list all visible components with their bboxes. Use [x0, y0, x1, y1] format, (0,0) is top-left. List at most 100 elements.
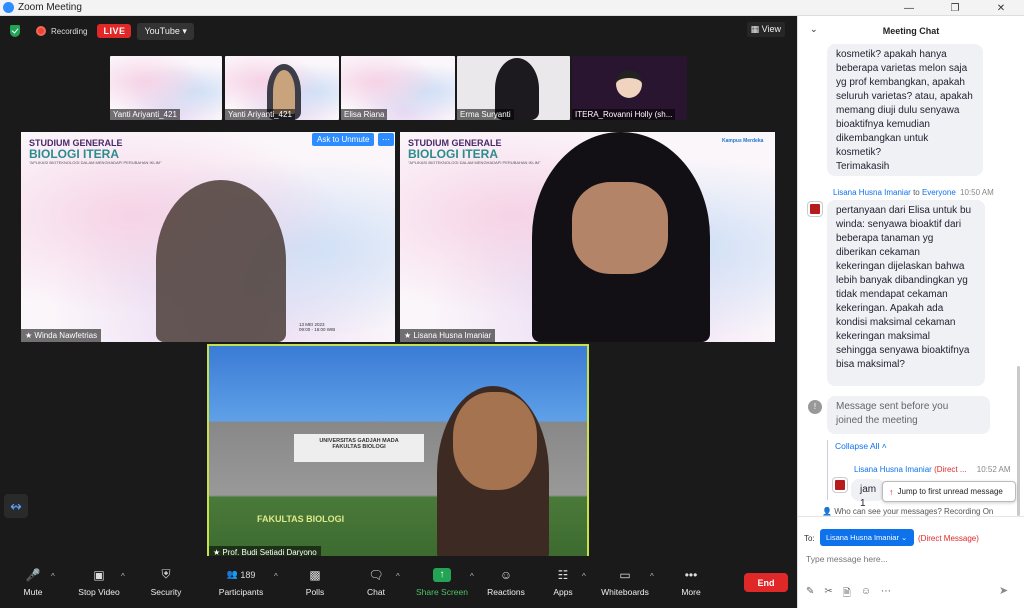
participant-thumbnail[interactable]: Erma Suryanti	[457, 56, 570, 120]
youtube-stream-dropdown[interactable]: YouTube ▾	[137, 22, 194, 40]
window-title: Zoom Meeting	[18, 2, 82, 13]
participants-count: 189	[240, 569, 256, 580]
video-tile-lisana[interactable]: STUDIUM GENERALE BIOLOGI ITERA "APLIKASI…	[400, 132, 775, 342]
chevron-up-icon[interactable]: ^	[650, 572, 654, 581]
live-badge[interactable]: LIVE	[97, 24, 132, 38]
chat-title: Meeting Chat	[882, 26, 940, 36]
chevron-up-icon[interactable]: ^	[582, 572, 586, 581]
chat-button[interactable]: 🗨 Chat	[361, 556, 391, 608]
end-meeting-button[interactable]: End	[744, 573, 788, 592]
whiteboard-icon: ▭	[619, 567, 631, 582]
chevron-up-icon[interactable]: ^	[121, 572, 125, 581]
recipient-dropdown[interactable]: Lisana Husna Imaniar ⌄	[820, 529, 914, 546]
garden-sign: FAKULTAS BIOLOGI	[257, 514, 345, 524]
apps-icon: ☷	[557, 567, 569, 582]
building-sign: UNIVERSITAS GADJAH MADA FAKULTAS BIOLOGI	[294, 434, 424, 462]
security-button[interactable]: ⛨ Security	[146, 556, 186, 608]
participant-face	[453, 392, 537, 490]
event-banner: STUDIUM GENERALE BIOLOGI ITERA "APLIKASI…	[29, 138, 162, 165]
close-icon[interactable]: ✕	[978, 0, 1024, 16]
chat-header: ⌄ Meeting Chat	[798, 16, 1024, 46]
avatar[interactable]	[808, 202, 822, 216]
chat-sender-line: Lisana Husna Imaniar (Direct ... 10:52 A…	[854, 465, 1011, 474]
meeting-chat-panel: ⌄ Meeting Chat kosmetik? apakah hanya beb…	[797, 16, 1024, 608]
microphone-icon: 🎤	[25, 567, 41, 582]
chevron-up-icon[interactable]: ^	[396, 572, 400, 581]
format-icon[interactable]: ✎	[806, 586, 814, 603]
bar-chart-icon: ▩	[309, 567, 321, 582]
participant-face	[572, 182, 668, 274]
smiley-icon: ☺	[499, 567, 513, 582]
participant-video	[156, 180, 286, 342]
chat-message[interactable]: jam 1	[851, 479, 885, 509]
video-tile-winda[interactable]: STUDIUM GENERALE BIOLOGI ITERA "APLIKASI…	[21, 132, 395, 342]
system-message: Message sent before you joined the meetin…	[827, 396, 990, 434]
chat-scrollbar[interactable]	[1017, 366, 1020, 516]
video-tile-active-speaker[interactable]: UNIVERSITAS GADJAH MADA FAKULTAS BIOLOGI …	[207, 344, 589, 561]
chat-input-tools: ✎ ✂ 🗎 ☺ ⋯	[806, 586, 891, 603]
security-shield-icon[interactable]	[10, 25, 20, 37]
stop-video-button[interactable]: ▣ Stop Video	[74, 556, 124, 608]
chevron-up-icon[interactable]: ^	[470, 572, 474, 581]
reactions-button[interactable]: ☺ Reactions	[486, 556, 526, 608]
info-icon: !	[808, 400, 822, 414]
shield-icon: ⛨	[161, 567, 171, 581]
apps-button[interactable]: ☷ Apps	[550, 556, 576, 608]
participant-thumbnail[interactable]: Yanti Ariyanti_421	[225, 56, 339, 120]
participant-name: ★ Winda Nawfetrias	[21, 329, 102, 342]
file-icon[interactable]: 🗎	[843, 586, 851, 603]
emoji-icon[interactable]: ☺	[861, 586, 871, 603]
participant-thumbnail[interactable]: ITERA_Rovanni Holly (sh...	[572, 56, 687, 120]
collapse-all-link[interactable]: Collapse All ˄	[835, 441, 887, 451]
jump-to-unread-button[interactable]: ↑ Jump to first unread message	[882, 481, 1016, 502]
participant-thumbnail[interactable]: Elisa Riana	[341, 56, 455, 120]
participant-name: Elisa Riana	[341, 109, 388, 120]
participant-name: Yanti Ariyanti_421	[225, 109, 295, 120]
chat-message-input[interactable]	[806, 551, 1016, 567]
meeting-toolbar: 🎤 Mute ^ ▣ Stop Video ^ ⛨ Security 👥 189 Par…	[0, 556, 797, 608]
send-icon[interactable]: ➤	[999, 584, 1017, 600]
privacy-notice[interactable]: 👤 Who can see your messages? Recording O…	[822, 507, 993, 516]
zoom-logo-icon	[3, 2, 14, 13]
chevron-up-icon[interactable]: ^	[274, 572, 278, 581]
event-banner: STUDIUM GENERALE BIOLOGI ITERA "APLIKASI…	[408, 138, 541, 165]
chat-sender-line: Lisana Husna Imaniar to Everyone 10:50 A…	[833, 188, 994, 197]
meeting-topbar: Recording LIVE YouTube ▾	[0, 16, 797, 46]
direct-message-label: (Direct Message)	[918, 534, 979, 543]
participant-name: ITERA_Rovanni Holly (sh...	[572, 109, 676, 120]
participants-button[interactable]: 👥 189 Participants	[214, 556, 268, 608]
screenshot-icon[interactable]: ✂	[824, 586, 832, 603]
participant-name: Erma Suryanti	[457, 109, 514, 120]
to-label: To:	[804, 534, 815, 543]
share-screen-button[interactable]: ↑ Share Screen	[414, 556, 470, 608]
video-camera-icon: ▣	[93, 567, 105, 582]
chevron-up-icon[interactable]: ^	[51, 572, 55, 581]
side-widget-icon[interactable]: ↭	[4, 494, 28, 518]
arrow-up-icon: ↑	[889, 486, 894, 497]
ask-to-unmute-button[interactable]: Ask to Unmute	[312, 133, 375, 146]
more-dots-icon[interactable]: ⋯	[881, 586, 891, 603]
participant-name: Yanti Ariyanti_421	[110, 109, 180, 120]
kampus-merdeka-logo: Kampus Merdeka	[722, 138, 764, 144]
window-titlebar: Zoom Meeting — ❐ ✕	[0, 0, 1024, 16]
more-button[interactable]: ••• More	[678, 556, 704, 608]
more-options-icon[interactable]: ⋯	[378, 133, 394, 146]
recording-icon	[36, 26, 46, 36]
restore-icon[interactable]: ❐	[932, 0, 978, 16]
chevron-down-icon[interactable]: ⌄	[810, 24, 818, 35]
chat-message[interactable]: pertanyaan dari Elisa untuk bu winda: sen…	[827, 200, 985, 386]
whiteboards-button[interactable]: ▭ Whiteboards	[598, 556, 652, 608]
polls-button[interactable]: ▩ Polls	[300, 556, 330, 608]
event-date: 13 MEI 2023 09:00 - 16:00 WIB	[299, 322, 336, 332]
view-button[interactable]: ▦ View	[746, 22, 785, 37]
avatar	[616, 70, 642, 98]
participant-thumbnail[interactable]: Yanti Ariyanti_421	[110, 56, 222, 120]
participant-name: ★ Lisana Husna Imaniar	[400, 329, 496, 342]
recording-label[interactable]: Recording	[51, 27, 87, 36]
mute-button[interactable]: 🎤 Mute	[14, 556, 52, 608]
avatar[interactable]	[833, 478, 847, 492]
divider	[798, 516, 1024, 517]
thread-line	[827, 440, 828, 500]
chat-message[interactable]: kosmetik? apakah hanya beberapa varietas …	[827, 44, 983, 176]
minimize-icon[interactable]: —	[886, 0, 932, 16]
